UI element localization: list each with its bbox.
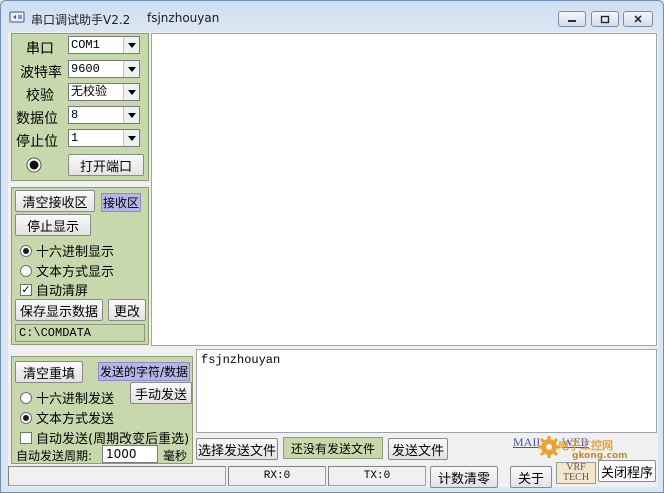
radio-unselected-icon	[20, 264, 32, 277]
chevron-down-icon	[123, 130, 139, 146]
radio-selected-icon	[20, 244, 32, 257]
window-title: 串口调试助手V2.2	[31, 13, 131, 27]
reset-counter-button[interactable]: 计数清零	[430, 466, 498, 488]
chevron-down-icon	[123, 37, 139, 53]
chevron-down-icon	[123, 107, 139, 123]
port-status-indicator-icon	[26, 157, 42, 173]
databits-label: 数据位	[16, 111, 58, 127]
clear-send-button[interactable]: 清空重填	[15, 361, 83, 383]
choose-file-button[interactable]: 选择发送文件	[196, 438, 278, 460]
stopbits-select[interactable]: 1	[68, 129, 140, 147]
radio-selected-icon	[20, 411, 32, 424]
save-display-button[interactable]: 保存显示数据	[15, 299, 103, 321]
port-label: 串口	[26, 41, 54, 57]
auto-clear-label: 自动清屏	[36, 284, 89, 299]
receive-area-label: 接收区	[101, 193, 142, 212]
close-window-button[interactable]	[623, 11, 653, 27]
hex-send-option[interactable]: 十六进制发送	[20, 388, 114, 407]
tx-counter: TX:0	[328, 466, 426, 486]
send-textarea[interactable]: fsjnzhouyan	[196, 349, 657, 433]
period-unit: 毫秒	[163, 449, 188, 463]
maximize-icon	[600, 15, 610, 23]
checkbox-icon	[20, 431, 32, 444]
baud-value: 9600	[71, 62, 100, 76]
text-send-label: 文本方式发送	[36, 412, 115, 427]
receive-options-panel: 清空接收区 接收区 停止显示 十六进制显示 文本方式显示 ✓ 自动清屏 保存显示…	[11, 187, 149, 345]
client-area: 串口 COM1 波特率 9600 校验 无校验 数据位 8 停止位 1 打开端口…	[8, 32, 658, 488]
hex-display-option[interactable]: 十六进制显示	[20, 241, 114, 260]
checkmark-icon: ✓	[20, 282, 32, 296]
manual-send-button[interactable]: 手动发送	[130, 382, 192, 404]
close-icon	[634, 15, 642, 23]
watermark-domain: gkong.com	[572, 451, 628, 461]
stop-display-button[interactable]: 停止显示	[15, 214, 91, 236]
save-path-field: C:\COMDATA	[15, 324, 145, 342]
change-path-button[interactable]: 更改	[108, 299, 146, 321]
databits-value: 8	[71, 108, 79, 122]
maximize-button[interactable]	[591, 11, 619, 27]
window-subtitle: fsjnzhouyan	[147, 11, 220, 25]
title-bar[interactable]: 串口调试助手V2.2 fsjnzhouyan	[1, 1, 663, 33]
parity-select[interactable]: 无校验	[68, 83, 140, 101]
text-display-label: 文本方式显示	[36, 265, 115, 280]
receive-textarea[interactable]	[151, 33, 657, 346]
send-area-label: 发送的字符/数据	[98, 362, 191, 381]
hex-display-label: 十六进制显示	[36, 245, 115, 260]
close-program-button[interactable]: 关闭程序	[598, 460, 656, 482]
clear-receive-button[interactable]: 清空接收区	[15, 190, 95, 212]
period-input[interactable]: 1000	[102, 445, 158, 463]
rx-counter: RX:0	[228, 466, 326, 486]
app-window: 串口调试助手V2.2 fsjnzhouyan 串口 COM1 波特率 9600 …	[0, 0, 664, 493]
baud-select[interactable]: 9600	[68, 60, 140, 78]
text-send-option[interactable]: 文本方式发送	[20, 408, 114, 427]
watermark-logo-text: VRF TECH	[556, 462, 596, 484]
chevron-down-icon	[123, 84, 139, 100]
period-label: 自动发送周期:	[16, 449, 93, 463]
port-value: COM1	[71, 38, 100, 52]
about-button[interactable]: 关于	[510, 466, 552, 488]
auto-clear-checkbox[interactable]: ✓ 自动清屏	[20, 280, 88, 299]
parity-label: 校验	[26, 88, 54, 104]
minimize-button[interactable]	[558, 11, 586, 27]
stopbits-value: 1	[71, 131, 79, 145]
chevron-down-icon	[123, 61, 139, 77]
parity-value: 无校验	[71, 85, 108, 99]
databits-select[interactable]: 8	[68, 106, 140, 124]
status-blank	[8, 466, 226, 486]
stopbits-label: 停止位	[16, 134, 58, 150]
radio-unselected-icon	[20, 391, 32, 404]
minimize-icon	[568, 20, 576, 22]
app-icon	[9, 11, 25, 23]
text-display-option[interactable]: 文本方式显示	[20, 261, 114, 280]
hex-send-label: 十六进制发送	[36, 392, 115, 407]
open-port-button[interactable]: 打开端口	[68, 154, 144, 176]
send-file-button[interactable]: 发送文件	[388, 438, 448, 460]
send-options-panel: 清空重填 发送的字符/数据 十六进制发送 手动发送 文本方式发送 自动发送(周期…	[11, 356, 193, 464]
file-status-text: 还没有发送文件	[283, 437, 383, 459]
baud-label: 波特率	[20, 65, 62, 81]
port-select[interactable]: COM1	[68, 36, 140, 54]
port-settings-panel: 串口 COM1 波特率 9600 校验 无校验 数据位 8 停止位 1 打开端口	[11, 33, 149, 181]
